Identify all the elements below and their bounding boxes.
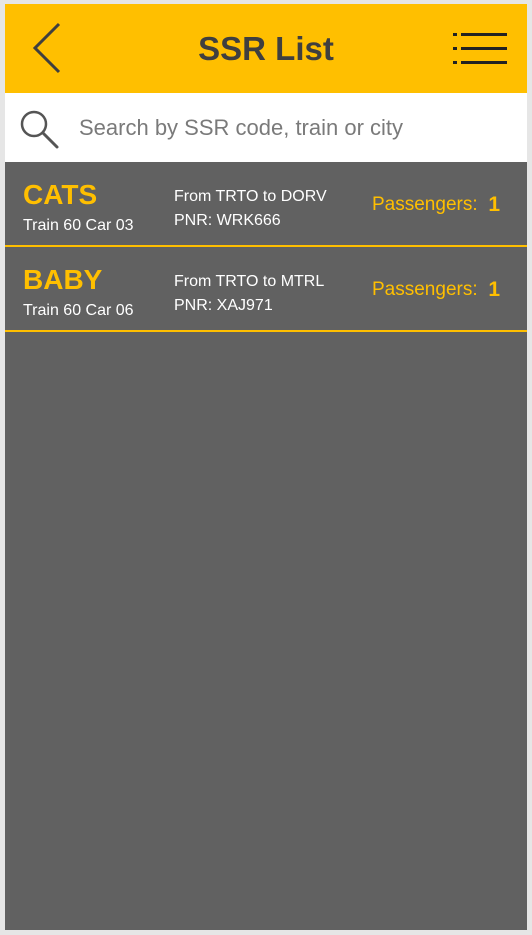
pnr: PNR: XAJ971 [174, 297, 273, 314]
pnr: PNR: WRK666 [174, 212, 281, 229]
app-screen: SSR List CATS Train 60 Car 03 [5, 4, 527, 930]
ssr-list-item[interactable]: BABY Train 60 Car 06 From TRTO to MTRL P… [5, 247, 527, 332]
passengers-count: 1 [488, 193, 500, 216]
search-input[interactable] [79, 107, 509, 149]
ssr-list: CATS Train 60 Car 03 From TRTO to DORV P… [5, 162, 527, 332]
train-car: Train 60 Car 03 [23, 217, 134, 234]
chevron-left-icon [32, 22, 61, 74]
page-title: SSR List [198, 30, 334, 67]
list-menu-icon [453, 33, 507, 64]
ssr-code: CATS [23, 179, 98, 210]
ssr-list-item[interactable]: CATS Train 60 Car 03 From TRTO to DORV P… [5, 162, 527, 247]
ssr-code: BABY [23, 264, 103, 295]
passengers-label: Passengers: [372, 194, 478, 215]
search-bar [5, 93, 527, 162]
route: From TRTO to DORV [174, 188, 327, 205]
train-car: Train 60 Car 06 [23, 302, 134, 319]
passengers-label: Passengers: [372, 279, 478, 300]
menu-button[interactable] [451, 30, 511, 70]
header-bar: SSR List [5, 4, 527, 93]
passengers-count: 1 [488, 278, 500, 301]
back-button[interactable] [27, 20, 71, 76]
search-icon [20, 110, 59, 149]
route: From TRTO to MTRL [174, 273, 325, 290]
